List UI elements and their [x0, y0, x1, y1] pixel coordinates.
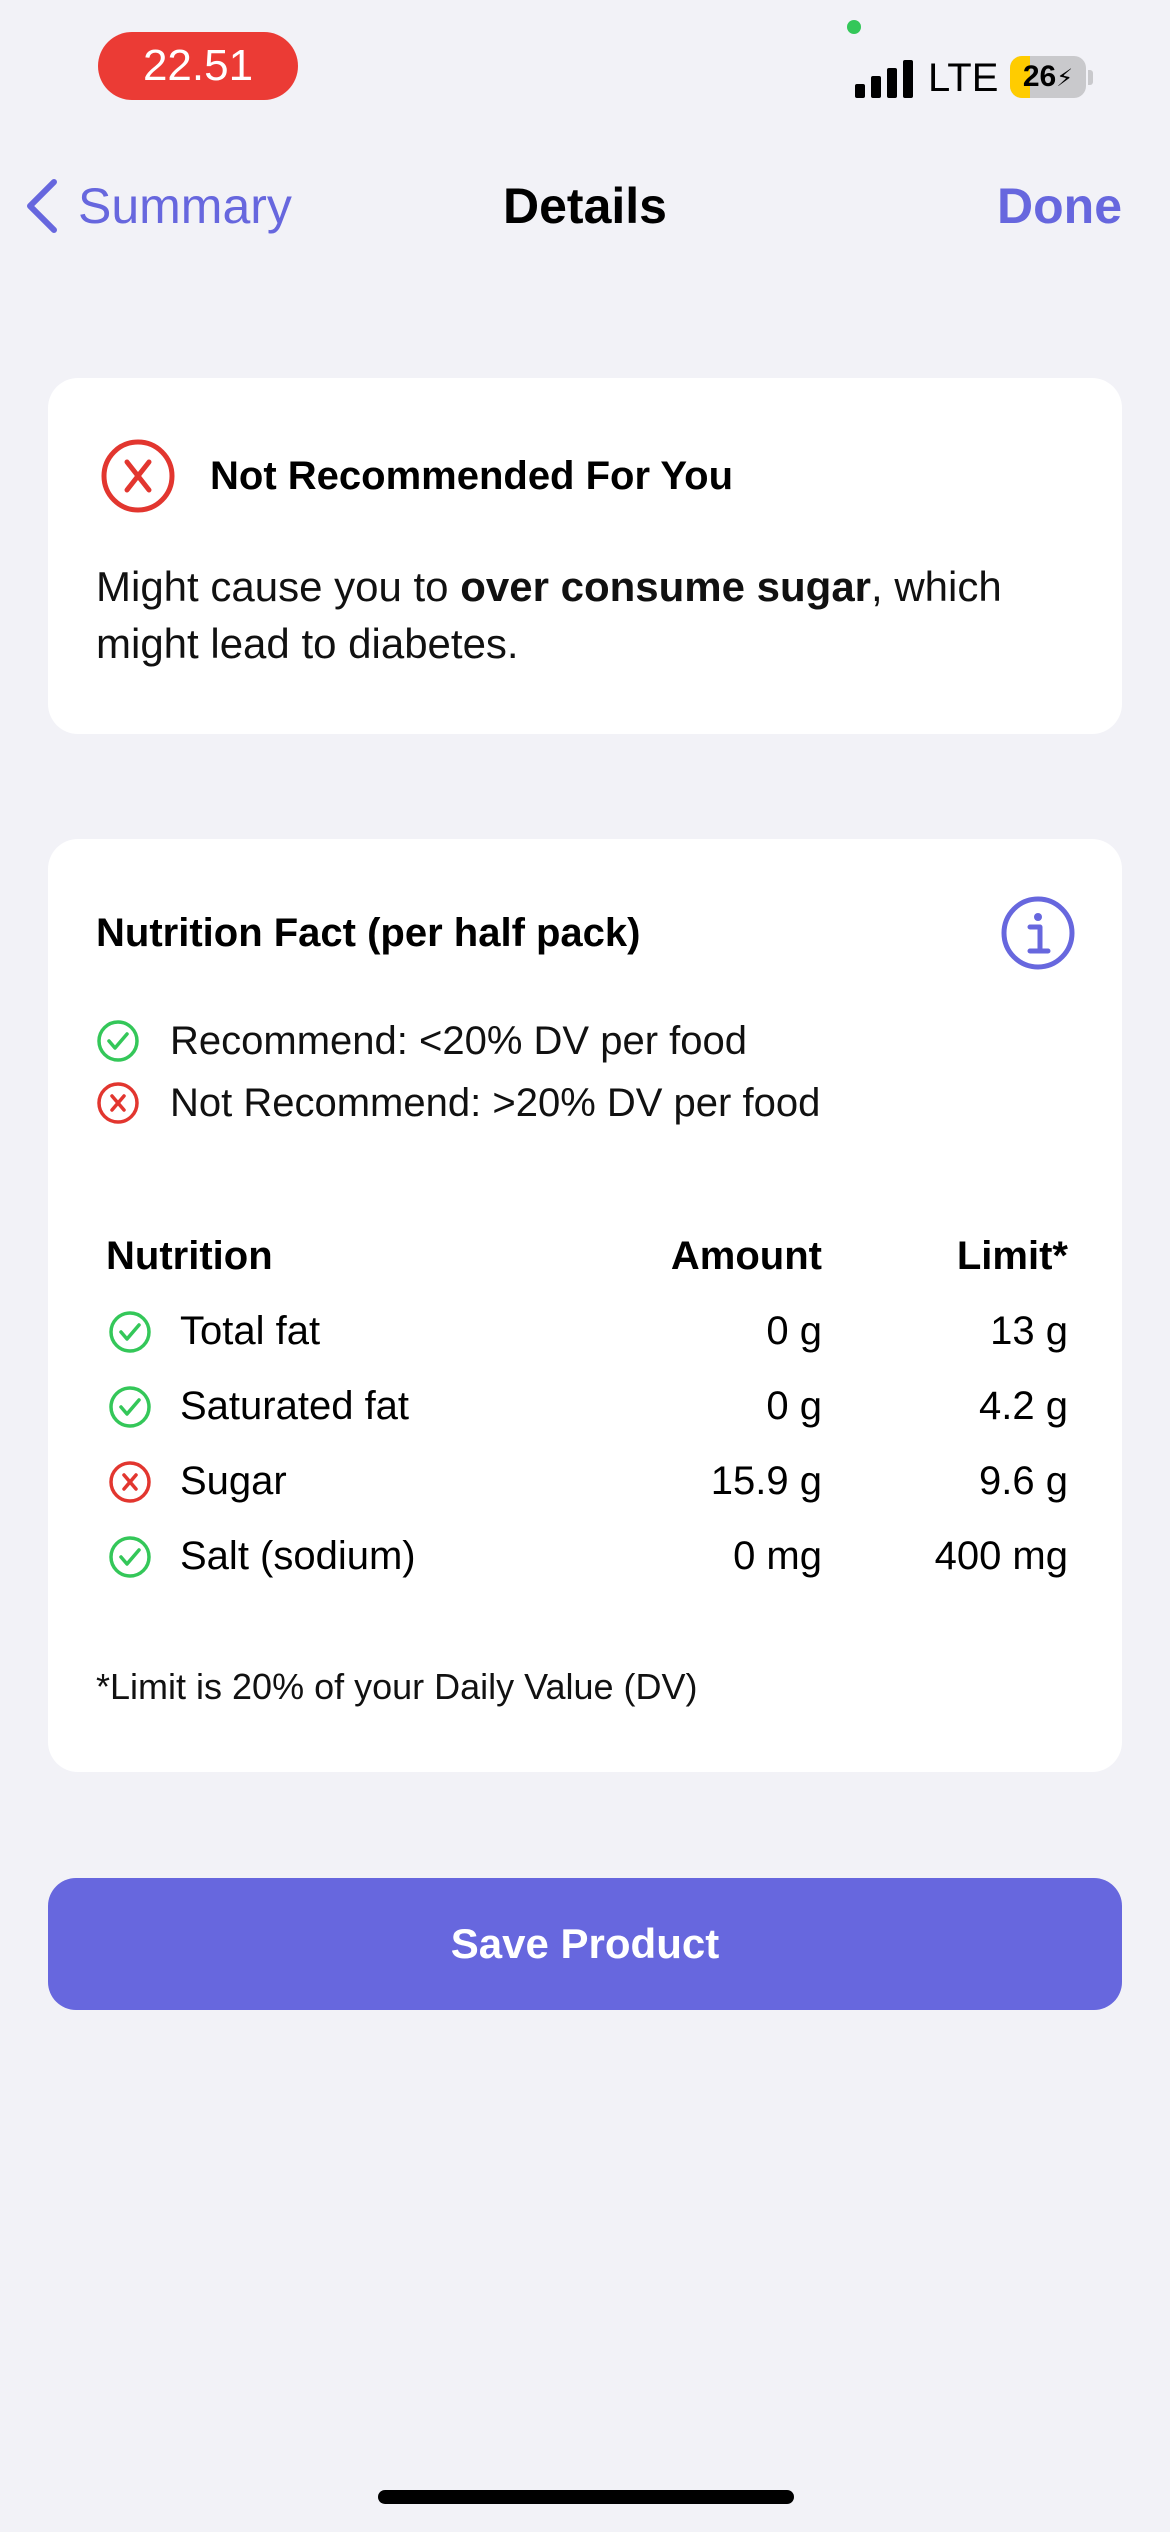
- legend-not-recommend-label: Not Recommend: >20% DV per food: [170, 1081, 821, 1125]
- status-bar: 22.51 LTE 26⚡: [0, 0, 1170, 130]
- nutrient-amount: 0 g: [766, 1384, 822, 1428]
- battery-cap: [1088, 70, 1093, 85]
- check-circle-icon: [109, 1310, 151, 1353]
- table-row: Total fat 0 g 13 g: [106, 1294, 1116, 1369]
- cellular-signal-icon: [855, 60, 915, 98]
- column-header-amount: Amount: [670, 1234, 822, 1278]
- table-row: Sugar 15.9 g 9.6 g: [106, 1444, 1116, 1519]
- privacy-indicator-dot: [847, 20, 861, 34]
- check-circle-icon: [109, 1535, 151, 1578]
- check-circle-icon: [109, 1385, 151, 1428]
- network-type: LTE: [928, 56, 999, 100]
- nutrient-limit: 9.6 g: [979, 1459, 1068, 1503]
- limit-footnote: *Limit is 20% of your Daily Value (DV): [96, 1666, 698, 1707]
- legend-not-recommend: Not Recommend: >20% DV per food: [96, 1077, 820, 1129]
- legend-recommend-label: Recommend: <20% DV per food: [170, 1019, 747, 1063]
- nutrient-amount: 0 mg: [733, 1534, 822, 1578]
- nutrient-limit: 13 g: [990, 1309, 1068, 1353]
- column-header-limit: Limit*: [956, 1234, 1068, 1278]
- legend-recommend: Recommend: <20% DV per food: [96, 1015, 747, 1067]
- table-header-row: Nutrition Amount Limit*: [106, 1219, 1116, 1294]
- back-button[interactable]: Summary: [24, 170, 292, 242]
- nutrient-name: Saturated fat: [180, 1384, 410, 1428]
- done-button[interactable]: Done: [997, 170, 1122, 242]
- recommendation-title: Not Recommended For You: [210, 454, 734, 498]
- nutrient-amount: 15.9 g: [710, 1459, 822, 1503]
- x-circle-icon: [97, 1082, 139, 1124]
- nutrient-name: Salt (sodium): [180, 1534, 416, 1578]
- x-circle-icon: [109, 1460, 151, 1503]
- check-circle-icon: [97, 1020, 139, 1062]
- nutrition-fact-title: Nutrition Fact (per half pack): [96, 911, 641, 955]
- battery-icon: 26⚡: [1010, 56, 1086, 98]
- status-time[interactable]: 22.51: [98, 32, 298, 100]
- save-product-button[interactable]: Save Product: [48, 1878, 1122, 2010]
- nutrient-limit: 4.2 g: [979, 1384, 1068, 1428]
- recommendation-card: Not Recommended For You Might cause you …: [48, 378, 1122, 734]
- table-row: Saturated fat 0 g 4.2 g: [106, 1369, 1116, 1444]
- nutrition-fact-card: Nutrition Fact (per half pack) Recommend…: [48, 839, 1122, 1772]
- back-button-label: Summary: [78, 178, 292, 234]
- nutrient-limit: 400 mg: [934, 1534, 1068, 1578]
- battery-percentage: 26⚡: [1022, 60, 1074, 93]
- nutrient-name: Sugar: [180, 1459, 287, 1503]
- chevron-left-icon: [27, 179, 57, 233]
- recommendation-message: Might cause you to over consume sugar, w…: [96, 563, 1002, 667]
- page-title: Details: [503, 178, 667, 234]
- info-icon[interactable]: [1000, 895, 1076, 971]
- table-row: Salt (sodium) 0 mg 400 mg: [106, 1519, 1116, 1594]
- x-circle-icon: [101, 439, 175, 513]
- home-indicator[interactable]: [378, 2490, 794, 2504]
- nutrient-amount: 0 g: [766, 1309, 822, 1353]
- recommendation-highlight: over consume sugar: [460, 563, 872, 610]
- nutrient-name: Total fat: [180, 1309, 321, 1353]
- nutrition-table: Nutrition Amount Limit* Total fat 0 g 13…: [106, 1219, 1116, 1594]
- column-header-nutrition: Nutrition: [106, 1234, 273, 1278]
